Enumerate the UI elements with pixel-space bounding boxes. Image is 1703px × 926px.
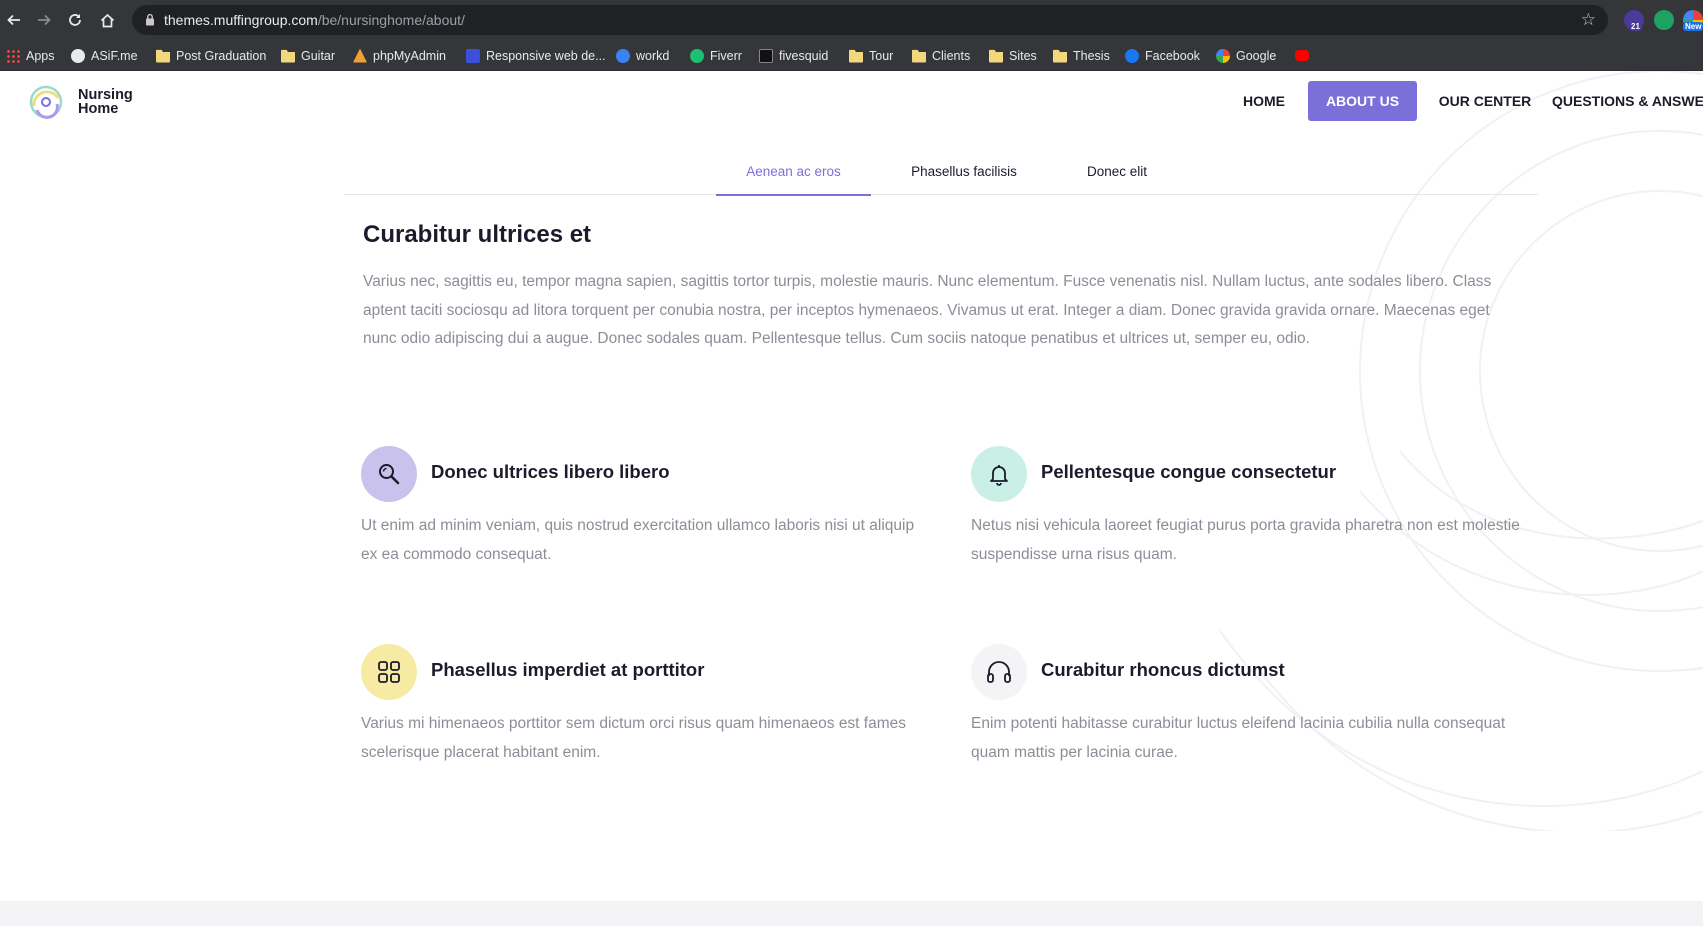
new-extension-icon[interactable]: New [1683,10,1703,31]
feature-title: Pellentesque congue consectetur [1041,461,1337,482]
nursing-home-logo-icon[interactable] [28,84,64,120]
feature-text: Enim potenti habitasse curabitur luctus … [971,715,1506,761]
folder-icon [849,49,863,63]
reload-icon[interactable] [63,8,87,32]
fiverr-icon [690,48,704,63]
feature-title: Phasellus imperdiet at porttitor [431,659,705,680]
bookmark-thesis[interactable]: Thesis [1053,40,1110,71]
intro-title: Curabitur ultrices et [363,221,592,248]
grid-icon [361,644,417,700]
bookmark-star-icon[interactable]: ☆ [1581,10,1596,30]
url-host: themes.muffingroup.com [164,12,318,28]
bookmark-google[interactable]: Google [1216,40,1276,71]
headphones-icon [971,644,1027,700]
feature-text: Varius mi himenaeos porttitor sem dictum… [361,715,907,761]
folder-icon [912,49,926,63]
home-icon[interactable] [95,8,119,32]
folder-icon [989,49,1003,63]
folder-icon [156,49,170,63]
bookmark-fiverr[interactable]: Fiverr [690,40,742,71]
nav-questions-answers[interactable]: QUESTIONS & ANSWERS [1552,81,1703,121]
nav-about-us[interactable]: ABOUT US [1308,81,1417,121]
new-badge: New [1683,22,1703,31]
bookmark-sites[interactable]: Sites [989,40,1037,71]
workd-icon [616,48,630,63]
back-icon[interactable] [2,8,26,32]
globe-icon [71,48,85,63]
bookmark-asif[interactable]: ASiF.me [71,40,138,71]
youtube-icon [1295,50,1309,61]
feature-text: Netus nisi vehicula laoreet feugiat puru… [971,517,1520,563]
logo-line-2: Home [78,101,119,117]
bookmark-clients[interactable]: Clients [912,40,970,71]
bookmark-phpmyadmin[interactable]: phpMyAdmin [353,40,446,71]
lock-icon [145,13,155,31]
folder-icon [1053,49,1067,63]
logo-line-1: Nursing [78,87,133,103]
bookmark-fivesquid[interactable]: fivesquid [759,40,828,71]
address-bar[interactable]: themes.muffingroup.com/be/nursinghome/ab… [132,5,1608,35]
bookmark-facebook[interactable]: Facebook [1125,40,1200,71]
extension-badge: 21 [1629,22,1642,31]
facebook-icon [1125,48,1139,63]
footer-band [0,901,1703,926]
page: Nursing Home HOME ABOUT US OUR CENTER QU… [0,71,1703,926]
feature-text: Ut enim ad minim veniam, quis nostrud ex… [361,517,915,563]
logo-text[interactable]: Nursing Home [78,87,133,117]
nav-home[interactable]: HOME [1230,81,1298,121]
intro-text: Varius nec, sagittis eu, tempor magna sa… [363,273,1492,347]
content-tabs: Aenean ac eros Phasellus facilisis Donec… [344,158,1538,196]
feature-title: Curabitur rhoncus dictumst [1041,659,1285,680]
bookmarks-bar: Apps ASiF.me Post Graduation Guitar phpM… [0,40,1703,71]
tab-donec-elit[interactable]: Donec elit [1057,158,1177,195]
bookmark-responsive-web[interactable]: Responsive web de... [466,40,606,71]
search-icon [361,446,417,502]
tab-aenean-ac-eros[interactable]: Aenean ac eros [716,158,871,196]
url-text: themes.muffingroup.com/be/nursinghome/ab… [164,12,465,28]
bookmark-workd[interactable]: workd [616,40,669,71]
google-icon [1216,48,1230,63]
bookmark-apps[interactable]: Apps [6,40,55,71]
bookmark-post-graduation[interactable]: Post Graduation [156,40,266,71]
bell-icon [971,446,1027,502]
browser-toolbar: themes.muffingroup.com/be/nursinghome/ab… [0,0,1703,40]
bookmark-guitar[interactable]: Guitar [281,40,335,71]
folder-icon [281,49,295,63]
bookmark-youtube[interactable] [1295,40,1309,71]
phpmyadmin-icon [353,48,367,63]
forward-icon[interactable] [32,8,56,32]
bookmark-tour[interactable]: Tour [849,40,893,71]
feature-title: Donec ultrices libero libero [431,461,670,482]
nav-our-center[interactable]: OUR CENTER [1430,81,1540,121]
f-icon [759,48,773,63]
grammarly-icon[interactable] [1654,10,1674,30]
url-path: /be/nursinghome/about/ [317,12,465,28]
extension-icon[interactable]: 21 [1624,10,1644,31]
w-icon [466,48,480,63]
apps-grid-icon [6,48,20,63]
tab-phasellus-facilisis[interactable]: Phasellus facilisis [879,158,1049,195]
